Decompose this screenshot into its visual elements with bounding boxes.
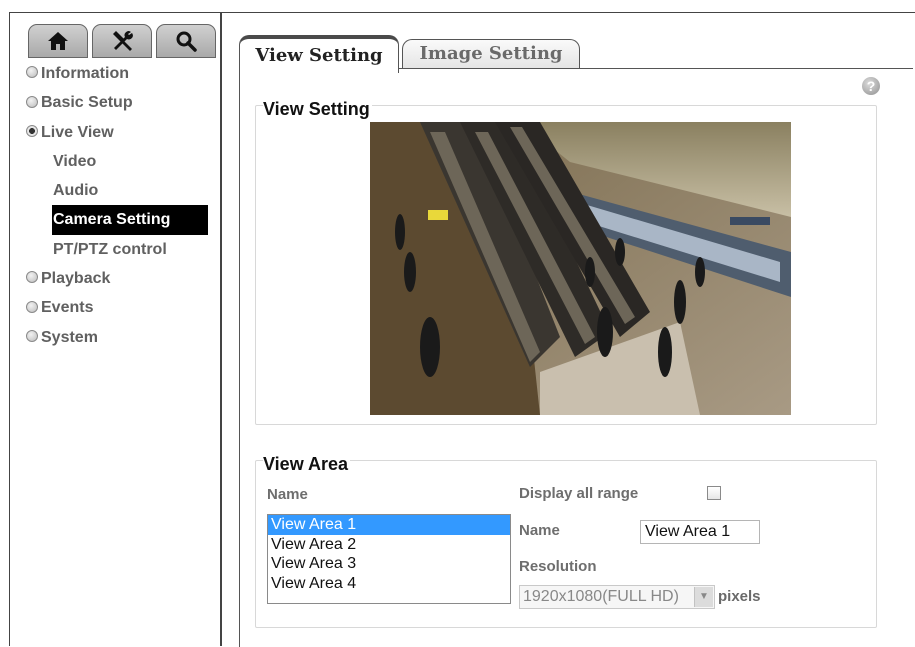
camera-preview[interactable] <box>370 122 791 415</box>
name-field-label: Name <box>519 522 560 539</box>
nav-label: System <box>41 328 98 346</box>
nav-item-information[interactable]: Information <box>26 63 167 92</box>
search-icon <box>176 31 197 52</box>
bullet-icon <box>26 329 38 342</box>
search-button[interactable] <box>156 24 216 58</box>
nav-item-system[interactable]: System <box>26 327 167 356</box>
resolution-label: Resolution <box>519 558 597 575</box>
tab-image-setting[interactable]: Image Setting <box>402 39 580 69</box>
bullet-active-icon <box>26 124 38 137</box>
view-area-legend: View Area <box>263 454 351 474</box>
resolution-value: 1920x1080(FULL HD) <box>523 588 679 605</box>
display-all-checkbox[interactable] <box>707 486 721 500</box>
nav-label: Basic Setup <box>41 94 133 112</box>
bullet-icon <box>26 300 38 313</box>
nav-subitem-pt-ptz-control[interactable]: PT/PTZ control <box>26 239 167 268</box>
nav-label: Events <box>41 299 94 317</box>
nav-menu: Information Basic Setup Live View Video … <box>26 63 208 356</box>
name-list-label: Name <box>267 486 308 503</box>
bullet-icon <box>26 95 38 108</box>
nav-label: Audio <box>53 182 99 200</box>
tools-icon <box>113 31 133 51</box>
camera-image <box>370 122 791 415</box>
nav-item-events[interactable]: Events <box>26 297 167 326</box>
bullet-icon <box>26 66 38 79</box>
resolution-select[interactable]: 1920x1080(FULL HD) ▼ <box>519 585 715 609</box>
tools-button[interactable] <box>92 24 152 58</box>
nav-item-playback[interactable]: Playback <box>26 268 167 297</box>
nav-label: Live View <box>41 123 114 141</box>
nav-label: Camera Setting <box>53 211 171 229</box>
sidebar: Information Basic Setup Live View Video … <box>10 13 220 646</box>
nav-item-basic-setup[interactable]: Basic Setup <box>26 92 167 121</box>
display-all-label: Display all range <box>519 485 639 502</box>
name-field[interactable] <box>640 520 760 544</box>
nav-label: Playback <box>41 270 111 288</box>
list-item[interactable]: View Area 1 <box>268 515 510 535</box>
chevron-down-icon: ▼ <box>694 587 713 607</box>
home-icon <box>48 32 68 50</box>
view-setting-legend: View Setting <box>263 99 372 119</box>
list-item[interactable]: View Area 2 <box>268 535 510 555</box>
tab-view-setting[interactable]: View Setting <box>239 35 399 73</box>
nav-subitem-camera-setting[interactable]: Camera Setting <box>26 205 208 238</box>
nav-subitem-video[interactable]: Video <box>26 151 167 180</box>
list-item[interactable]: View Area 4 <box>268 574 510 594</box>
nav-item-live-view[interactable]: Live View <box>26 122 167 151</box>
bullet-icon <box>26 271 38 284</box>
nav-label: PT/PTZ control <box>53 240 167 258</box>
resolution-unit: pixels <box>718 588 761 605</box>
main-panel: View Setting Image Setting ? View Settin… <box>222 13 915 647</box>
nav-label: Video <box>53 152 97 170</box>
list-item[interactable]: View Area 3 <box>268 554 510 574</box>
home-button[interactable] <box>28 24 88 58</box>
nav-label: Information <box>41 65 129 82</box>
help-icon[interactable]: ? <box>862 77 880 95</box>
view-area-list[interactable]: View Area 1 View Area 2 View Area 3 View… <box>267 514 511 604</box>
